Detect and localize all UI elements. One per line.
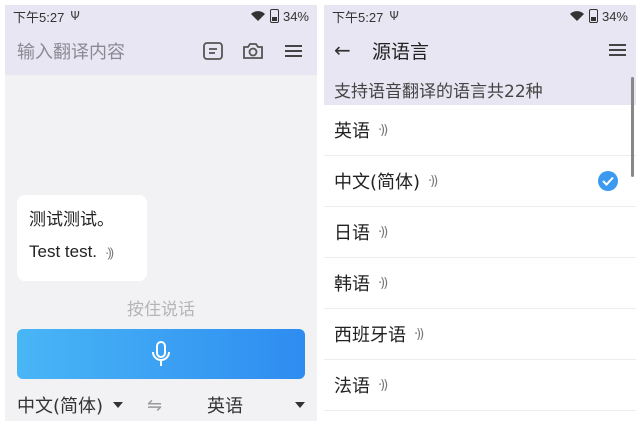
speaker-icon: ·))	[378, 122, 388, 138]
battery-icon	[269, 9, 279, 23]
source-language-label: 中文(简体)	[17, 396, 104, 417]
language-label: 英语	[334, 121, 370, 142]
status-time: 下午5:27	[332, 9, 384, 25]
menu-icon[interactable]	[281, 39, 305, 63]
wifi-icon	[569, 11, 584, 21]
language-count-header: 支持语音翻译的语言共22种	[324, 73, 636, 105]
speaker-icon: ·))	[378, 224, 388, 240]
language-label: 中文(简体)	[334, 172, 421, 193]
status-time: 下午5:27	[13, 9, 65, 25]
hold-to-speak-hint: 按住说话	[127, 300, 195, 320]
target-language-select[interactable]: 英语	[207, 392, 305, 418]
language-bar: 中文(简体) ⇋ 英语	[5, 389, 317, 421]
translate-input[interactable]: 输入翻译内容	[17, 38, 185, 64]
checkmark-icon	[598, 171, 618, 191]
back-arrow-icon[interactable]: ←	[334, 38, 358, 62]
translated-text-row: Test test. ·))	[29, 242, 135, 262]
menu-icon[interactable]	[609, 41, 626, 59]
battery-icon	[588, 9, 598, 23]
scrollbar[interactable]	[631, 77, 634, 177]
source-text: 测试测试。	[29, 210, 114, 230]
wifi-icon	[250, 11, 265, 21]
language-label: 韩语	[334, 274, 370, 295]
language-row[interactable]: 中文(简体) ·))	[324, 156, 636, 207]
app-header: ← 源语言	[324, 27, 636, 73]
speaker-icon: ·))	[414, 326, 424, 342]
chevron-down-icon	[295, 402, 305, 408]
language-row[interactable]: 法语 ·))	[324, 360, 636, 411]
input-bar: 输入翻译内容	[5, 27, 317, 75]
speaker-icon: ·))	[378, 275, 388, 291]
language-row[interactable]: 韩语 ·))	[324, 258, 636, 309]
source-language-screen: 下午5:27 Ψ 34% ← 源语言 支持语音翻译的语言共22种 英语 ·)) …	[324, 5, 636, 421]
language-row[interactable]: 英语 ·))	[324, 105, 636, 156]
target-language-label: 英语	[207, 396, 243, 417]
chevron-down-icon	[113, 402, 124, 408]
battery-level: 34%	[282, 8, 309, 24]
microphone-icon	[152, 341, 170, 366]
status-bar: 下午5:27 Ψ 34%	[324, 5, 636, 27]
language-label: 法语	[334, 376, 370, 397]
source-language-select[interactable]: 中文(简体)	[17, 392, 124, 418]
language-row[interactable]: 西班牙语 ·))	[324, 309, 636, 360]
language-label: 西班牙语	[334, 325, 406, 346]
camera-icon[interactable]	[241, 39, 265, 63]
signal-icon: Ψ	[70, 9, 80, 23]
microphone-button[interactable]	[17, 329, 305, 379]
language-list: 英语 ·)) 中文(简体) ·)) 日语 ·)) 韩语 ·)) 西班牙语 ·))…	[324, 105, 636, 411]
battery-level: 34%	[601, 8, 628, 24]
translation-bubble[interactable]: 测试测试。 Test test. ·))	[17, 195, 147, 281]
translator-screen: 下午5:27 Ψ 34% 输入翻译内容 测试测试。 Test test. ·))…	[5, 5, 317, 421]
language-row[interactable]: 日语 ·))	[324, 207, 636, 258]
keyboard-icon[interactable]	[201, 39, 225, 63]
swap-languages-icon[interactable]: ⇋	[147, 395, 162, 416]
status-bar: 下午5:27 Ψ 34%	[5, 5, 317, 27]
speaker-icon: ·))	[378, 377, 388, 393]
speaker-icon: ·))	[428, 173, 438, 189]
language-label: 日语	[334, 223, 370, 244]
signal-icon: Ψ	[389, 9, 399, 23]
speaker-icon[interactable]: ·))	[105, 245, 114, 260]
translated-text: Test test.	[29, 242, 98, 261]
page-title: 源语言	[372, 40, 430, 63]
